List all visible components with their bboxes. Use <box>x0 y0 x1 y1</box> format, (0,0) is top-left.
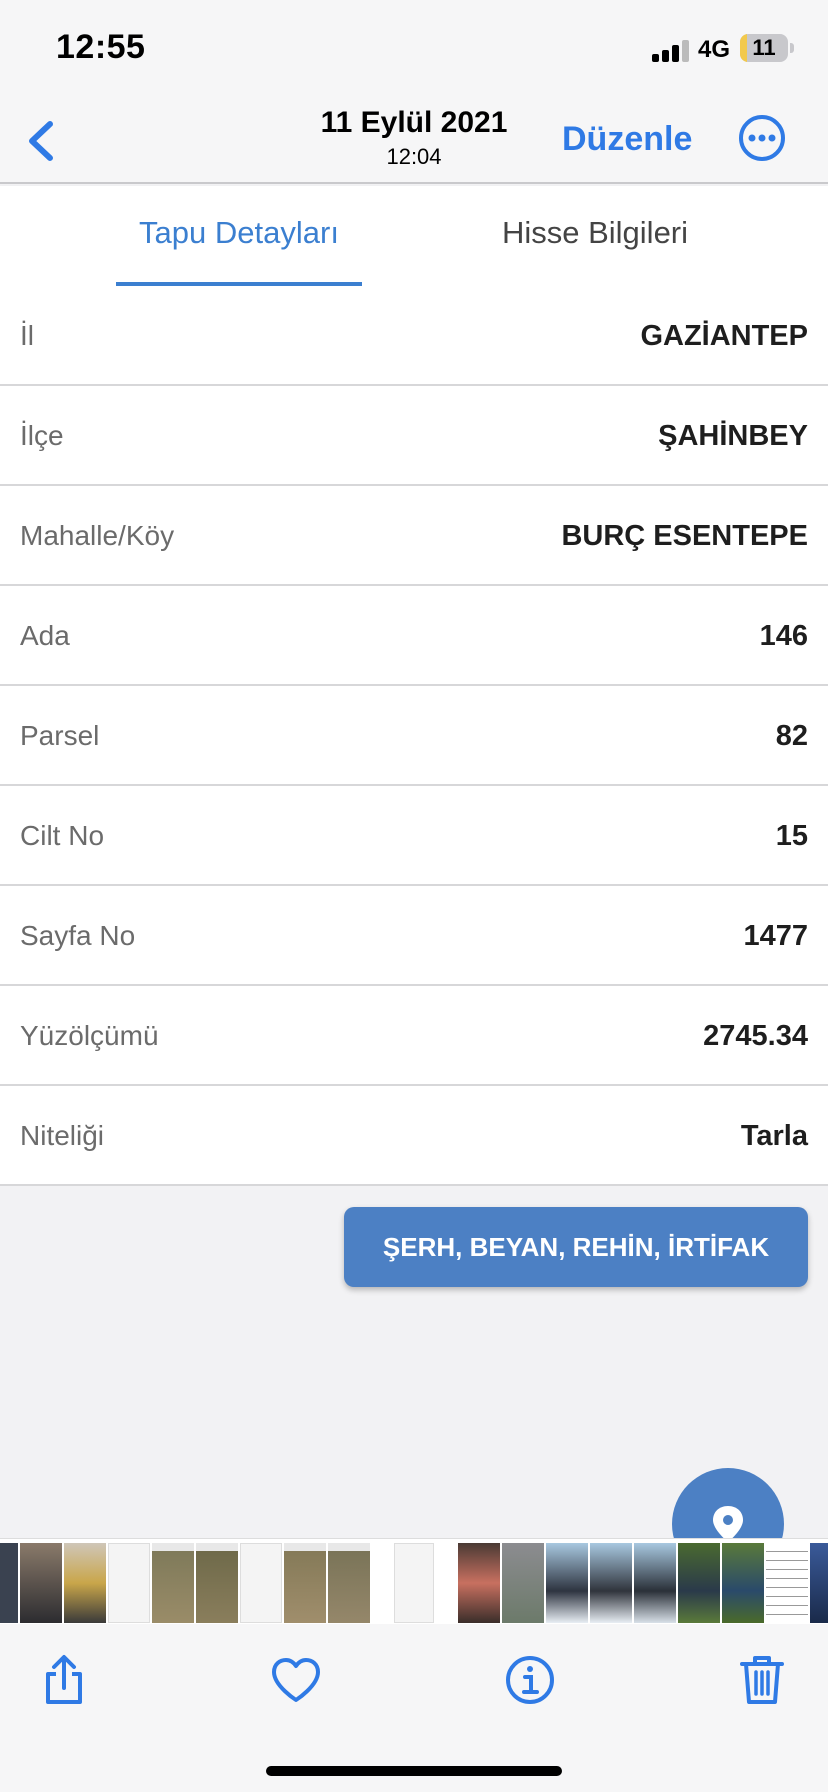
heart-icon <box>272 1658 320 1702</box>
deed-details-list: İl GAZİANTEP İlçe ŞAHİNBEY Mahalle/Köy B… <box>0 286 828 1186</box>
delete-button[interactable] <box>734 1652 790 1708</box>
navigation-bar: 11 Eylül 2021 12:04 Düzenle <box>0 96 828 184</box>
photo-thumbnail[interactable] <box>196 1543 238 1623</box>
detail-row-sayfa-no: Sayfa No 1477 <box>0 886 828 986</box>
photo-thumbnail[interactable] <box>546 1543 588 1623</box>
favorite-button[interactable] <box>268 1652 324 1708</box>
detail-label: Sayfa No <box>20 920 136 951</box>
photo-thumbnail[interactable] <box>458 1543 500 1623</box>
photo-thumbnail-strip[interactable] <box>0 1538 828 1624</box>
detail-row-parsel: Parsel 82 <box>0 686 828 786</box>
detail-value: Tarla <box>740 1120 808 1152</box>
info-button[interactable] <box>502 1652 558 1708</box>
detail-value: 82 <box>775 720 808 752</box>
detail-label: Niteliği <box>20 1120 105 1151</box>
annotations-button[interactable]: ŞERH, BEYAN, REHİN, İRTİFAK <box>344 1207 808 1287</box>
back-button[interactable] <box>14 114 68 168</box>
photo-thumbnail[interactable] <box>152 1543 194 1623</box>
tab-tapu-detaylari[interactable]: Tapu Detayları <box>116 186 362 286</box>
detail-label: Yüzölçümü <box>20 1020 159 1051</box>
photo-thumbnail[interactable] <box>108 1543 150 1623</box>
network-type: 4G <box>698 36 731 63</box>
photo-thumbnail[interactable] <box>284 1543 326 1623</box>
detail-row-mahalle: Mahalle/Köy BURÇ ESENTEPE <box>0 486 828 586</box>
status-bar: 12:55 4G 11 <box>0 0 828 96</box>
detail-value: ŞAHİNBEY <box>658 420 808 452</box>
photo-thumbnail[interactable] <box>394 1543 434 1623</box>
status-time: 12:55 <box>56 28 146 66</box>
detail-label: İlçe <box>20 420 64 451</box>
battery-level: 11 <box>752 35 776 60</box>
detail-value: 1477 <box>743 920 808 952</box>
detail-value: 15 <box>775 820 808 852</box>
photo-thumbnail[interactable] <box>0 1543 18 1623</box>
detail-value: 146 <box>759 620 808 652</box>
detail-row-yuzolcumu: Yüzölçümü 2745.34 <box>0 986 828 1086</box>
nav-title-time: 12:04 <box>386 144 442 169</box>
detail-label: İl <box>20 320 34 351</box>
detail-label: Mahalle/Köy <box>20 520 175 551</box>
battery-icon: 11 <box>740 34 788 62</box>
photo-thumbnail[interactable] <box>590 1543 632 1623</box>
more-button[interactable] <box>736 112 788 164</box>
detail-label: Parsel <box>20 720 100 751</box>
chevron-left-icon <box>29 121 53 161</box>
tab-bar: Tapu Detayları Hisse Bilgileri <box>0 186 828 286</box>
info-icon <box>506 1656 554 1704</box>
share-button[interactable] <box>36 1652 92 1708</box>
photo-thumbnail[interactable] <box>328 1543 370 1623</box>
detail-value: 2745.34 <box>703 1020 808 1052</box>
photo-thumbnail[interactable] <box>722 1543 764 1623</box>
share-icon <box>46 1655 82 1704</box>
nav-title-date: 11 Eylül 2021 <box>320 106 508 139</box>
nav-title: 11 Eylül 2021 12:04 <box>264 106 564 170</box>
photo-thumbnail[interactable] <box>20 1543 62 1623</box>
detail-row-cilt-no: Cilt No 15 <box>0 786 828 886</box>
cellular-signal-icon <box>652 38 692 62</box>
more-circle-icon <box>739 115 785 161</box>
detail-row-ada: Ada 146 <box>0 586 828 686</box>
detail-row-ilce: İlçe ŞAHİNBEY <box>0 386 828 486</box>
edit-button[interactable]: Düzenle <box>562 120 692 159</box>
photo-thumbnail[interactable] <box>634 1543 676 1623</box>
photo-thumbnail[interactable] <box>502 1543 544 1623</box>
detail-value: GAZİANTEP <box>640 320 808 352</box>
photo-thumbnail[interactable] <box>678 1543 720 1623</box>
detail-value: BURÇ ESENTEPE <box>561 520 808 552</box>
detail-label: Cilt No <box>20 820 105 851</box>
detail-row-il: İl GAZİANTEP <box>0 286 828 386</box>
battery-cap <box>790 43 794 53</box>
photo-thumbnail[interactable] <box>766 1543 808 1623</box>
bottom-toolbar <box>0 1624 828 1792</box>
home-indicator <box>266 1766 562 1776</box>
detail-label: Ada <box>20 620 70 651</box>
detail-row-niteligi: Niteliği Tarla <box>0 1086 828 1186</box>
tab-hisse-bilgileri[interactable]: Hisse Bilgileri <box>470 186 720 286</box>
trash-icon <box>740 1656 784 1704</box>
photo-thumbnail[interactable] <box>810 1543 828 1623</box>
photo-thumbnail[interactable] <box>64 1543 106 1623</box>
photo-thumbnail[interactable] <box>240 1543 282 1623</box>
